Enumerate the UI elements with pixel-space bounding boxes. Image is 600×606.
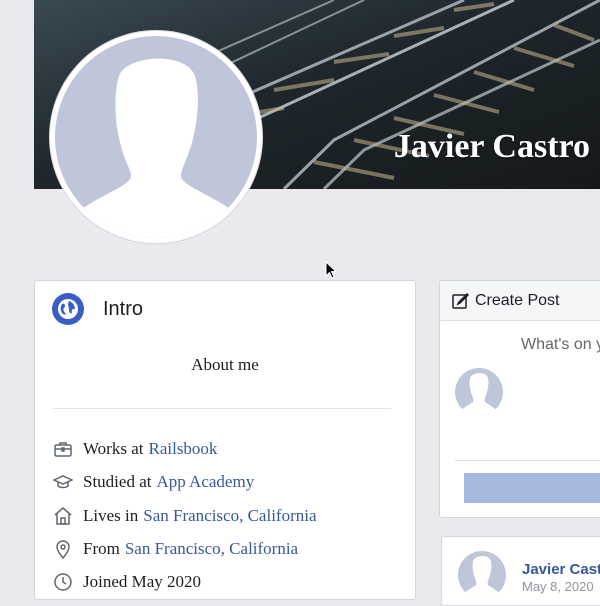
briefcase-icon <box>53 439 73 459</box>
clock-icon <box>53 572 73 592</box>
hometown-link[interactable]: San Francisco, California <box>125 539 298 559</box>
current-city-link[interactable]: San Francisco, California <box>143 506 316 526</box>
graduation-cap-icon <box>53 472 73 492</box>
workplace-link[interactable]: Railsbook <box>148 439 217 459</box>
create-post-card: Create Post What's on y <box>439 280 600 518</box>
divider <box>53 408 391 409</box>
edit-icon <box>452 292 469 309</box>
create-post-title: Create Post <box>475 291 560 309</box>
info-row-joined: Joined May 2020 <box>53 572 201 592</box>
create-post-header: Create Post <box>440 281 600 321</box>
profile-name: Javier Castro <box>393 128 590 165</box>
avatar-placeholder-icon <box>55 36 257 238</box>
post-card: Javier Castr May 8, 2020 <box>441 536 600 606</box>
post-button[interactable] <box>464 473 600 503</box>
post-author-link[interactable]: Javier Castr <box>522 561 600 578</box>
info-row-work: Works at Railsbook <box>53 439 217 459</box>
post-date[interactable]: May 8, 2020 <box>522 579 594 594</box>
user-avatar[interactable] <box>455 368 503 416</box>
author-avatar[interactable] <box>458 551 506 599</box>
school-link[interactable]: App Academy <box>156 472 254 492</box>
home-icon <box>53 506 73 526</box>
location-pin-icon <box>53 539 73 559</box>
profile-avatar[interactable] <box>50 31 262 243</box>
info-row-lives: Lives in San Francisco, California <box>53 506 317 526</box>
intro-card: Intro About me Works at Railsbook Studie… <box>34 280 416 600</box>
intro-title: Intro <box>103 297 144 320</box>
info-row-from: From San Francisco, California <box>53 539 298 559</box>
about-me-label: About me <box>191 355 259 374</box>
post-input[interactable]: What's on y <box>521 336 600 354</box>
divider <box>455 460 600 461</box>
globe-icon <box>52 293 84 325</box>
info-row-education: Studied at App Academy <box>53 472 254 492</box>
mouse-cursor-icon <box>325 260 338 284</box>
